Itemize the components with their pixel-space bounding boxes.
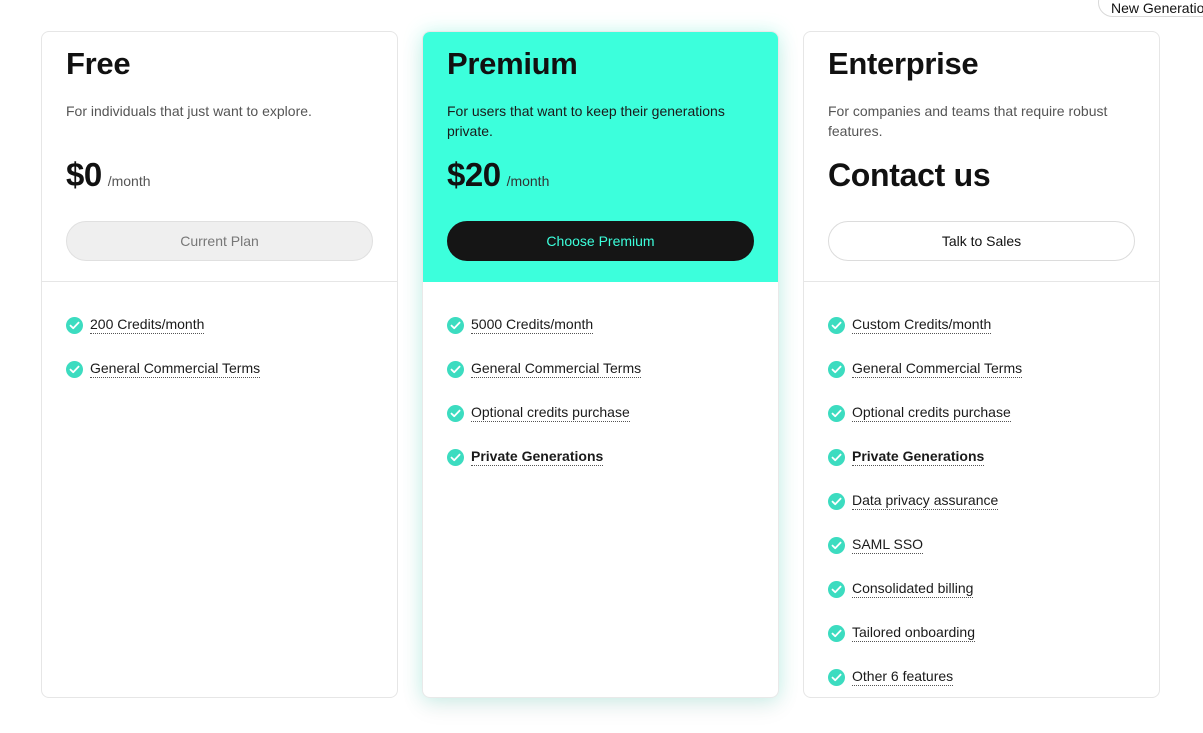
plan-price: $0 [66, 156, 102, 193]
check-circle-icon [447, 360, 464, 378]
feature-item: Data privacy assurance [828, 479, 1135, 523]
talk-to-sales-button[interactable]: Talk to Sales [828, 221, 1135, 261]
plan-header-premium: Premium For users that want to keep thei… [423, 32, 778, 282]
feature-item: General Commercial Terms [447, 347, 754, 391]
check-circle-icon [66, 360, 83, 378]
feature-label[interactable]: Data privacy assurance [852, 492, 999, 510]
plan-card-premium: Premium For users that want to keep thei… [422, 31, 779, 698]
check-circle-icon [447, 404, 464, 422]
check-circle-icon [828, 580, 845, 598]
plan-price: $20 [447, 156, 501, 193]
plan-card-enterprise: Enterprise For companies and teams that … [803, 31, 1160, 698]
check-circle-icon [828, 536, 845, 554]
feature-list-enterprise: Custom Credits/month General Commercial T… [804, 282, 1159, 697]
plan-name: Enterprise [828, 46, 979, 81]
check-circle-icon [828, 360, 845, 378]
current-plan-button[interactable]: Current Plan [66, 221, 373, 261]
feature-item: 200 Credits/month [66, 303, 373, 347]
price-row: $20 /month [447, 156, 549, 194]
check-circle-icon [828, 404, 845, 422]
feature-list-premium: 5000 Credits/month General Commercial Ter… [423, 282, 778, 479]
feature-item: Custom Credits/month [828, 303, 1135, 347]
feature-item: Other 6 features [828, 655, 1135, 697]
feature-item: General Commercial Terms [66, 347, 373, 391]
plan-header-enterprise: Enterprise For companies and teams that … [804, 32, 1159, 282]
feature-label[interactable]: Private Generations [852, 448, 985, 466]
feature-list-free: 200 Credits/month General Commercial Term… [42, 282, 397, 391]
feature-item: 5000 Credits/month [447, 303, 754, 347]
plan-description: For individuals that just want to explor… [66, 103, 312, 119]
feature-item: Optional credits purchase [447, 391, 754, 435]
new-generation-button[interactable]: New Generation [1098, 0, 1203, 17]
plan-card-free: Free For individuals that just want to e… [41, 31, 398, 698]
price-row: $0 /month [66, 156, 151, 194]
price-period: /month [107, 173, 151, 189]
feature-label[interactable]: Optional credits purchase [852, 404, 1011, 422]
feature-label[interactable]: 5000 Credits/month [471, 316, 594, 334]
plan-description: For companies and teams that require rob… [828, 103, 1108, 139]
check-circle-icon [828, 448, 845, 466]
feature-label[interactable]: Optional credits purchase [471, 404, 630, 422]
feature-label[interactable]: Custom Credits/month [852, 316, 992, 334]
new-generation-label: New Generation [1111, 0, 1203, 16]
feature-label[interactable]: 200 Credits/month [90, 316, 205, 334]
feature-label[interactable]: SAML SSO [852, 536, 924, 554]
choose-premium-button[interactable]: Choose Premium [447, 221, 754, 261]
check-circle-icon [828, 624, 845, 642]
feature-item: Tailored onboarding [828, 611, 1135, 655]
check-circle-icon [828, 316, 845, 334]
plan-header-free: Free For individuals that just want to e… [42, 32, 397, 282]
feature-label[interactable]: Consolidated billing [852, 580, 974, 598]
check-circle-icon [828, 492, 845, 510]
feature-label[interactable]: General Commercial Terms [852, 360, 1023, 378]
feature-item: Consolidated billing [828, 567, 1135, 611]
feature-item: General Commercial Terms [828, 347, 1135, 391]
feature-label[interactable]: Private Generations [471, 448, 604, 466]
check-circle-icon [447, 448, 464, 466]
plan-description: For users that want to keep their genera… [447, 103, 725, 139]
feature-item: Private Generations [447, 435, 754, 479]
check-circle-icon [828, 668, 845, 686]
feature-item: Private Generations [828, 435, 1135, 479]
check-circle-icon [447, 316, 464, 334]
feature-label[interactable]: Tailored onboarding [852, 624, 975, 642]
feature-item: Optional credits purchase [828, 391, 1135, 435]
feature-label[interactable]: Other 6 features [852, 668, 954, 686]
contact-us-text: Contact us [828, 157, 991, 193]
plan-name: Premium [447, 46, 578, 81]
price-period: /month [506, 173, 550, 189]
check-circle-icon [66, 316, 83, 334]
feature-label[interactable]: General Commercial Terms [90, 360, 261, 378]
feature-item: SAML SSO [828, 523, 1135, 567]
feature-label[interactable]: General Commercial Terms [471, 360, 642, 378]
plan-name: Free [66, 46, 131, 81]
